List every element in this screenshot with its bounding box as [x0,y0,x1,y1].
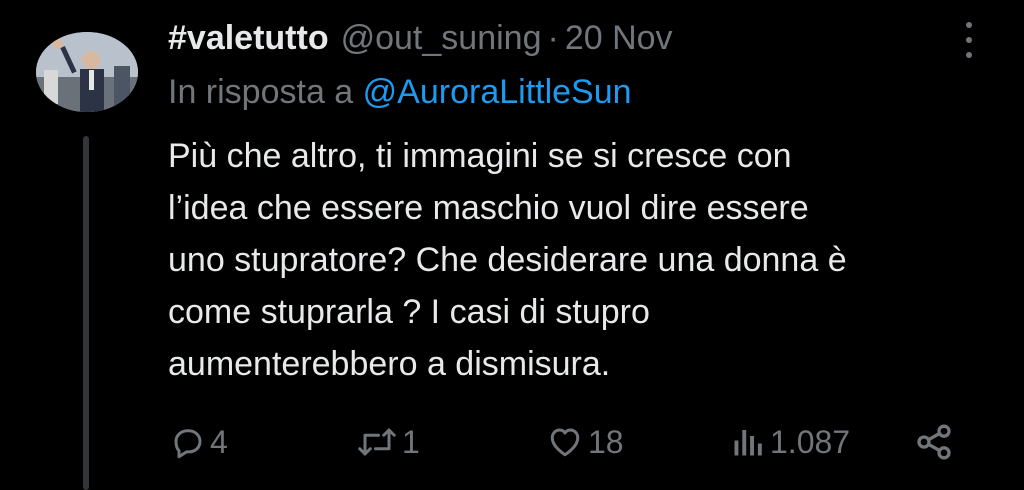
thread-line [83,136,89,490]
like-button[interactable]: 18 [546,418,624,466]
retweet-icon [356,424,398,460]
reply-icon [170,424,206,460]
reply-prefix: In risposta a [168,73,354,111]
reply-context: In risposta a @AuroraLittleSun [168,68,632,116]
reply-count: 4 [210,423,228,460]
action-bar: 4 1 18 1.087 [170,418,960,466]
tweet-date[interactable]: 20 Nov [565,14,673,62]
avatar[interactable] [36,32,138,112]
like-count: 18 [588,423,624,460]
like-icon [546,424,584,460]
views-icon [730,424,766,460]
user-handle[interactable]: @out_suning [341,14,542,62]
retweet-count: 1 [402,423,420,460]
tweet-text: Più che altro, ti immagini se si cresce … [168,137,847,383]
reply-button[interactable]: 4 [170,418,228,466]
retweet-button[interactable]: 1 [356,418,420,466]
views-count: 1.087 [770,423,851,460]
share-button[interactable] [914,418,954,466]
share-icon [914,422,954,462]
separator-dot: · [547,19,559,57]
more-icon[interactable] [957,22,981,58]
tweet-header: #valetutto @out_suning · 20 Nov [168,14,673,62]
display-name[interactable]: #valetutto [168,14,329,62]
reply-to-link[interactable]: @AuroraLittleSun [363,73,632,111]
views-button[interactable]: 1.087 [730,418,850,466]
